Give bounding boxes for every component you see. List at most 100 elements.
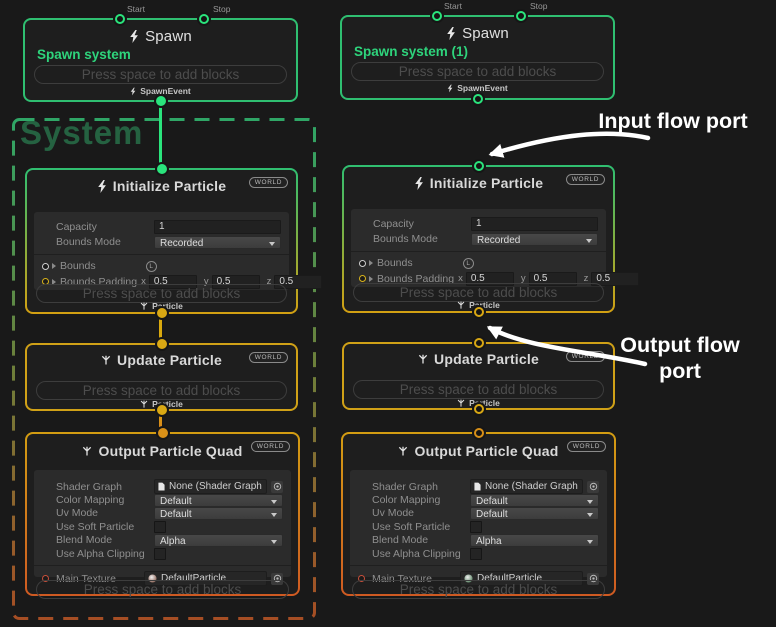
node-title: Initialize Particle: [430, 175, 544, 191]
initialize-particle-node[interactable]: Initialize Particle WORLD Capacity 1 Bou…: [25, 168, 298, 314]
settings-panel: Shader Graph None (Shader Graph Vfx Asse…: [350, 470, 607, 577]
world-space-badge[interactable]: WORLD: [566, 174, 605, 185]
update-input-flow-port[interactable]: [157, 339, 167, 349]
update-output-flow-port[interactable]: [474, 404, 484, 414]
object-picker-icon[interactable]: [587, 481, 599, 493]
bounds-mode-dropdown[interactable]: Recorded: [471, 233, 598, 246]
use-alpha-clipping-checkbox[interactable]: [470, 548, 482, 560]
update-particle-node-1[interactable]: Update Particle WORLD Press space to add…: [342, 342, 615, 410]
world-space-badge[interactable]: WORLD: [249, 177, 288, 188]
uv-mode-dropdown[interactable]: Default: [154, 507, 283, 520]
initialize-input-flow-port[interactable]: [474, 161, 484, 171]
spawn-stop-port[interactable]: [516, 11, 526, 21]
chevron-down-icon: [269, 242, 275, 246]
bounds-input-port[interactable]: [42, 263, 49, 270]
object-picker-icon[interactable]: [271, 481, 283, 493]
node-title: Update Particle: [117, 352, 222, 368]
spawn-stop-port[interactable]: [199, 14, 209, 24]
use-soft-particle-checkbox[interactable]: [154, 521, 166, 533]
node-title: Output Particle Quad: [414, 443, 558, 459]
capacity-field[interactable]: 1: [471, 217, 598, 231]
color-mapping-dropdown[interactable]: Default: [470, 494, 599, 507]
expand-arrow-icon[interactable]: [369, 260, 373, 266]
capacity-label: Capacity: [373, 218, 471, 230]
output-particle-quad-node[interactable]: Output Particle Quad WORLD Shader Graph …: [25, 432, 300, 596]
chevron-down-icon: [587, 540, 593, 544]
spawn-start-port[interactable]: [115, 14, 125, 24]
bounds-link-icon[interactable]: L: [463, 258, 474, 269]
spawn-node[interactable]: Start Stop Spawn Spawn system Press spac…: [23, 18, 298, 102]
bounds-mode-label: Bounds Mode: [373, 233, 471, 245]
add-blocks-placeholder[interactable]: Press space to add blocks: [352, 580, 605, 599]
expand-arrow-icon[interactable]: [369, 276, 373, 282]
spawn-start-port[interactable]: [432, 11, 442, 21]
output-particle-quad-node-1[interactable]: Output Particle Quad WORLD Shader Graph …: [341, 432, 616, 596]
divider: [350, 565, 607, 566]
bounds-link-icon[interactable]: L: [146, 261, 157, 272]
settings-panel: Shader Graph None (Shader Graph Vfx Asse…: [34, 470, 291, 577]
file-icon: [158, 482, 165, 491]
chevron-down-icon: [271, 540, 277, 544]
use-alpha-clipping-checkbox[interactable]: [154, 548, 166, 560]
settings-panel: Capacity 1 Bounds Mode Recorded Bounds L…: [351, 209, 606, 287]
add-blocks-placeholder[interactable]: Press space to add blocks: [36, 381, 287, 400]
output-input-flow-port[interactable]: [474, 428, 484, 438]
lightning-icon: [447, 84, 453, 93]
chevron-down-icon: [586, 239, 592, 243]
lightning-icon: [446, 27, 456, 40]
shader-graph-object-field[interactable]: None (Shader Graph Vfx Asset): [470, 479, 583, 494]
bounds-input-port[interactable]: [359, 260, 366, 267]
spawn-node-1[interactable]: Start Stop Spawn Spawn system (1) Press …: [340, 15, 615, 100]
shader-graph-object-field[interactable]: None (Shader Graph Vfx Asset): [154, 479, 267, 494]
use-soft-particle-label: Use Soft Particle: [56, 521, 154, 533]
initialize-particle-node-1[interactable]: Initialize Particle WORLD Capacity 1 Bou…: [342, 165, 615, 313]
start-port-label: Start: [444, 1, 462, 11]
add-blocks-placeholder[interactable]: Press space to add blocks: [34, 65, 287, 84]
add-blocks-placeholder[interactable]: Press space to add blocks: [36, 580, 289, 599]
update-particle-node[interactable]: Update Particle WORLD Press space to add…: [25, 343, 298, 411]
world-space-badge[interactable]: WORLD: [567, 441, 606, 452]
spawn-event-output-port[interactable]: [156, 96, 166, 106]
node-title: Spawn: [462, 25, 509, 42]
particle-icon: [140, 302, 148, 310]
spawn-event-port-label: SpawnEvent: [140, 86, 191, 96]
lightning-icon: [130, 87, 136, 96]
capacity-field[interactable]: 1: [154, 220, 281, 234]
world-space-badge[interactable]: WORLD: [249, 352, 288, 363]
spawn-context-label: Spawn system (1): [354, 44, 468, 59]
initialize-input-flow-port[interactable]: [157, 164, 167, 174]
initialize-output-flow-port[interactable]: [157, 308, 167, 318]
update-output-flow-port[interactable]: [157, 405, 167, 415]
particle-icon: [398, 446, 408, 456]
divider: [34, 565, 291, 566]
blend-mode-label: Blend Mode: [56, 534, 154, 546]
uv-mode-dropdown[interactable]: Default: [470, 507, 599, 520]
use-alpha-clipping-label: Use Alpha Clipping: [372, 548, 470, 560]
node-title: Output Particle Quad: [98, 443, 242, 459]
color-mapping-label: Color Mapping: [56, 494, 154, 506]
output-input-flow-port[interactable]: [158, 428, 168, 438]
chevron-down-icon: [587, 513, 593, 517]
shader-graph-label: Shader Graph: [56, 481, 154, 493]
world-space-badge[interactable]: WORLD: [251, 441, 290, 452]
add-blocks-placeholder[interactable]: Press space to add blocks: [351, 62, 604, 81]
bounds-label: Bounds: [60, 260, 96, 272]
spawn-event-output-port[interactable]: [473, 94, 483, 104]
use-soft-particle-checkbox[interactable]: [470, 521, 482, 533]
update-input-flow-port[interactable]: [474, 338, 484, 348]
bounds-mode-dropdown[interactable]: Recorded: [154, 236, 281, 249]
color-mapping-dropdown[interactable]: Default: [154, 494, 283, 507]
bounds-padding-input-port[interactable]: [359, 275, 366, 282]
capacity-label: Capacity: [56, 221, 154, 233]
blend-mode-dropdown[interactable]: Alpha: [154, 534, 283, 547]
blend-mode-dropdown[interactable]: Alpha: [470, 534, 599, 547]
file-icon: [474, 482, 481, 491]
chevron-down-icon: [271, 513, 277, 517]
edge-spawn-to-initialize[interactable]: [159, 100, 162, 170]
add-blocks-placeholder[interactable]: Press space to add blocks: [353, 380, 604, 399]
expand-arrow-icon[interactable]: [52, 263, 56, 269]
initialize-output-flow-port[interactable]: [474, 307, 484, 317]
vfx-graph-canvas[interactable]: System Start Stop Spawn Spawn system Pre…: [0, 0, 776, 627]
particle-icon: [457, 301, 465, 309]
divider: [351, 251, 606, 252]
